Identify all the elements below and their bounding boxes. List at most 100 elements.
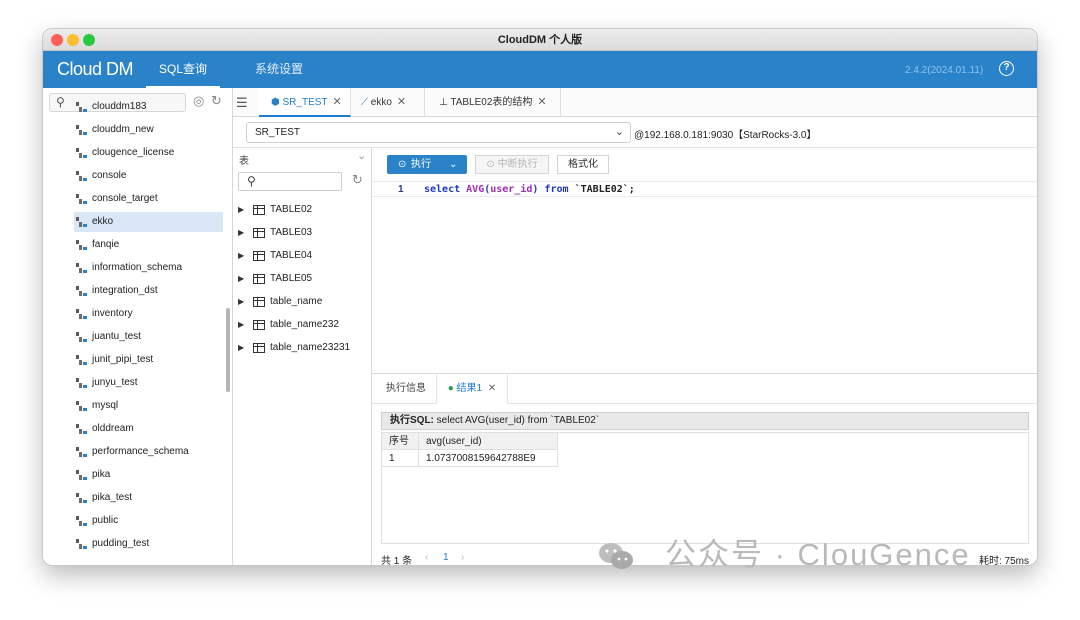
tab-result-1[interactable]: ● 结果1 ✕: [436, 374, 508, 404]
sidebar-item-public[interactable]: public: [74, 511, 223, 531]
run-label: 执行: [411, 159, 431, 170]
nav-system-settings[interactable]: 系统设置: [255, 51, 303, 88]
table-icon: [253, 251, 265, 261]
nav-sql-query[interactable]: SQL查询: [146, 51, 220, 88]
zoom-window-icon[interactable]: [83, 34, 95, 46]
tab-sr-test[interactable]: ⬢ SR_TEST ✕: [259, 88, 351, 117]
stop-label: 中断执行: [497, 159, 538, 170]
expand-arrow-icon[interactable]: ▶: [238, 221, 244, 244]
sidebar-scrollbar[interactable]: [226, 308, 230, 392]
close-tab-icon[interactable]: ✕: [488, 383, 496, 394]
sidebar-item-olddream[interactable]: olddream: [74, 419, 223, 439]
table-item-TABLE04[interactable]: ▶ TABLE04: [233, 244, 372, 267]
table-item-TABLE05[interactable]: ▶ TABLE05: [233, 267, 372, 290]
sidebar-item-pika_test[interactable]: pika_test: [74, 488, 223, 508]
minimize-window-icon[interactable]: [67, 34, 79, 46]
prev-page-icon[interactable]: ‹: [425, 552, 428, 563]
table-item-table_name23231[interactable]: ▶ table_name23231: [233, 336, 372, 359]
sidebar-item-junit_pipi_test[interactable]: junit_pipi_test: [74, 350, 223, 370]
table-search-input[interactable]: ⚲: [238, 172, 342, 191]
semicolon: ;: [628, 184, 635, 195]
table-icon: [253, 320, 265, 330]
sidebar-item-pudding_test[interactable]: pudding_test: [74, 534, 223, 554]
sidebar-item-inventory[interactable]: inventory: [74, 304, 223, 324]
table-icon: [253, 297, 265, 307]
help-icon[interactable]: ?: [999, 61, 1014, 76]
expand-arrow-icon[interactable]: ▶: [238, 313, 244, 336]
sidebar-item-clouddm183[interactable]: clouddm183: [74, 97, 223, 117]
sidebar-item-label: public: [92, 515, 119, 526]
chevron-down-icon[interactable]: ⌄: [357, 149, 366, 162]
query-tabs: ☰ ⬢ SR_TEST ✕ ⟋ ekko ✕ ⊥ TABLE02表的结构 ✕: [233, 88, 1037, 117]
database-icon: [76, 447, 87, 457]
sidebar-item-clouddm_new[interactable]: clouddm_new: [74, 120, 223, 140]
table-item-TABLE03[interactable]: ▶ TABLE03: [233, 221, 372, 244]
sidebar-item-label: clougence_license: [92, 147, 175, 158]
close-tab-icon[interactable]: ✕: [333, 96, 342, 108]
table-icon: [253, 228, 265, 238]
sidebar-item-clougence_license[interactable]: clougence_license: [74, 143, 223, 163]
sidebar-item-juantu_test[interactable]: juantu_test: [74, 327, 223, 347]
sidebar-item-label: integration_dst: [92, 285, 158, 296]
database-icon: [76, 355, 87, 365]
sidebar-item-ekko[interactable]: ekko: [74, 212, 223, 232]
run-button[interactable]: ⊙ 执行 ⌄: [387, 155, 467, 174]
chevron-down-icon[interactable]: ⌄: [449, 155, 457, 174]
sidebar-item-pika[interactable]: pika: [74, 465, 223, 485]
column-header-avg[interactable]: avg(user_id): [419, 433, 558, 450]
stop-icon: ⊙: [486, 159, 498, 170]
table-item-TABLE02[interactable]: ▶ TABLE02: [233, 198, 372, 221]
database-icon: [76, 470, 87, 480]
sidebar-item-performance_schema[interactable]: performance_schema: [74, 442, 223, 462]
column-header-index[interactable]: 序号: [382, 433, 419, 450]
table-item-table_name232[interactable]: ▶ table_name232: [233, 313, 372, 336]
sidebar-item-console_target[interactable]: console_target: [74, 189, 223, 209]
tab-table-structure[interactable]: ⊥ TABLE02表的结构 ✕: [425, 88, 561, 117]
collapse-panel-icon[interactable]: ☰: [236, 95, 248, 111]
sidebar-item-mysql[interactable]: mysql: [74, 396, 223, 416]
sidebar-item-junyu_test[interactable]: junyu_test: [74, 373, 223, 393]
success-icon: ●: [447, 383, 454, 394]
sidebar-item-label: information_schema: [92, 262, 183, 273]
close-tab-icon[interactable]: ✕: [397, 96, 406, 108]
table-cell[interactable]: 1: [382, 450, 419, 467]
close-window-icon[interactable]: [51, 34, 63, 46]
table-item-table_name[interactable]: ▶ table_name: [233, 290, 372, 313]
database-icon: [76, 286, 87, 296]
format-button[interactable]: 格式化: [557, 155, 609, 174]
next-page-icon[interactable]: ›: [461, 552, 464, 563]
sidebar-item-fanqie[interactable]: fanqie: [74, 235, 223, 255]
tab-exec-info[interactable]: 执行信息: [386, 374, 426, 404]
expand-arrow-icon[interactable]: ▶: [238, 244, 244, 267]
database-icon: [76, 401, 87, 411]
tab-label: 结果1: [456, 383, 483, 394]
sidebar-item-integration_dst[interactable]: integration_dst: [74, 281, 223, 301]
code-line[interactable]: 1 select AVG(user_id) from `TABLE02`;: [372, 181, 1037, 197]
refresh-icon[interactable]: ↻: [352, 172, 363, 188]
executed-sql-bar: 执行SQL: select AVG(user_id) from `TABLE02…: [381, 412, 1029, 430]
object-type-select[interactable]: 表: [239, 152, 249, 167]
sidebar-item-information_schema[interactable]: information_schema: [74, 258, 223, 278]
table-cell[interactable]: 1.0737008159642788E9: [419, 450, 558, 467]
sidebar-item-label: juantu_test: [92, 331, 141, 342]
expand-arrow-icon[interactable]: ▶: [238, 267, 244, 290]
sidebar-item-label: pika_test: [92, 492, 133, 503]
expand-arrow-icon[interactable]: ▶: [238, 336, 244, 359]
tab-ekko[interactable]: ⟋ ekko ✕: [351, 88, 425, 117]
database-select[interactable]: SR_TEST ⌄: [246, 122, 631, 143]
sql-code[interactable]: select AVG(user_id) from `TABLE02`;: [424, 182, 635, 198]
database-icon: [76, 539, 87, 549]
close-tab-icon[interactable]: ✕: [537, 96, 546, 108]
database-sidebar: ⚲ ◎ ↻ clouddm183 clouddm_new clougence_lic…: [43, 88, 233, 565]
expand-arrow-icon[interactable]: ▶: [238, 198, 244, 221]
table-icon: [253, 343, 265, 353]
database-icon: [76, 171, 87, 181]
sidebar-item-label: mysql: [92, 400, 119, 411]
expand-arrow-icon[interactable]: ▶: [238, 290, 244, 313]
results-tabs: 执行信息 ● 结果1 ✕: [372, 374, 1037, 404]
sidebar-item-label: console_target: [92, 193, 158, 204]
page-number[interactable]: 1: [443, 552, 449, 563]
stop-button[interactable]: ⊙ 中断执行: [475, 155, 549, 174]
starrocks-icon: ⬢: [271, 97, 280, 108]
sidebar-item-console[interactable]: console: [74, 166, 223, 186]
